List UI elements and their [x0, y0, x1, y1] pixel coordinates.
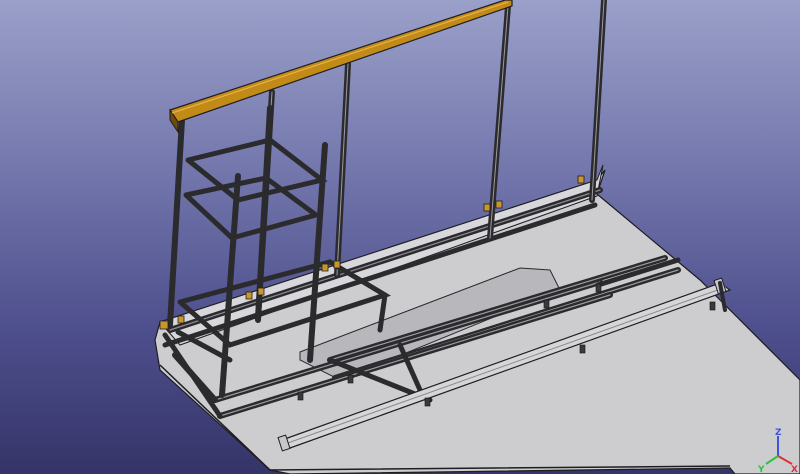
axis-indicator[interactable]: Z X Y — [757, 426, 798, 474]
y-axis-line — [765, 455, 779, 465]
3d-viewport[interactable]: Z X Y — [0, 0, 800, 474]
cad-model-scene[interactable] — [0, 0, 800, 474]
z-axis-label: Z — [775, 428, 782, 438]
axis-cross-icon: Z X Y — [757, 428, 798, 474]
y-axis-label: Y — [758, 465, 765, 472]
x-axis-line — [777, 455, 793, 465]
top-beam[interactable] — [169, 0, 513, 134]
x-axis-label: X — [791, 465, 798, 472]
